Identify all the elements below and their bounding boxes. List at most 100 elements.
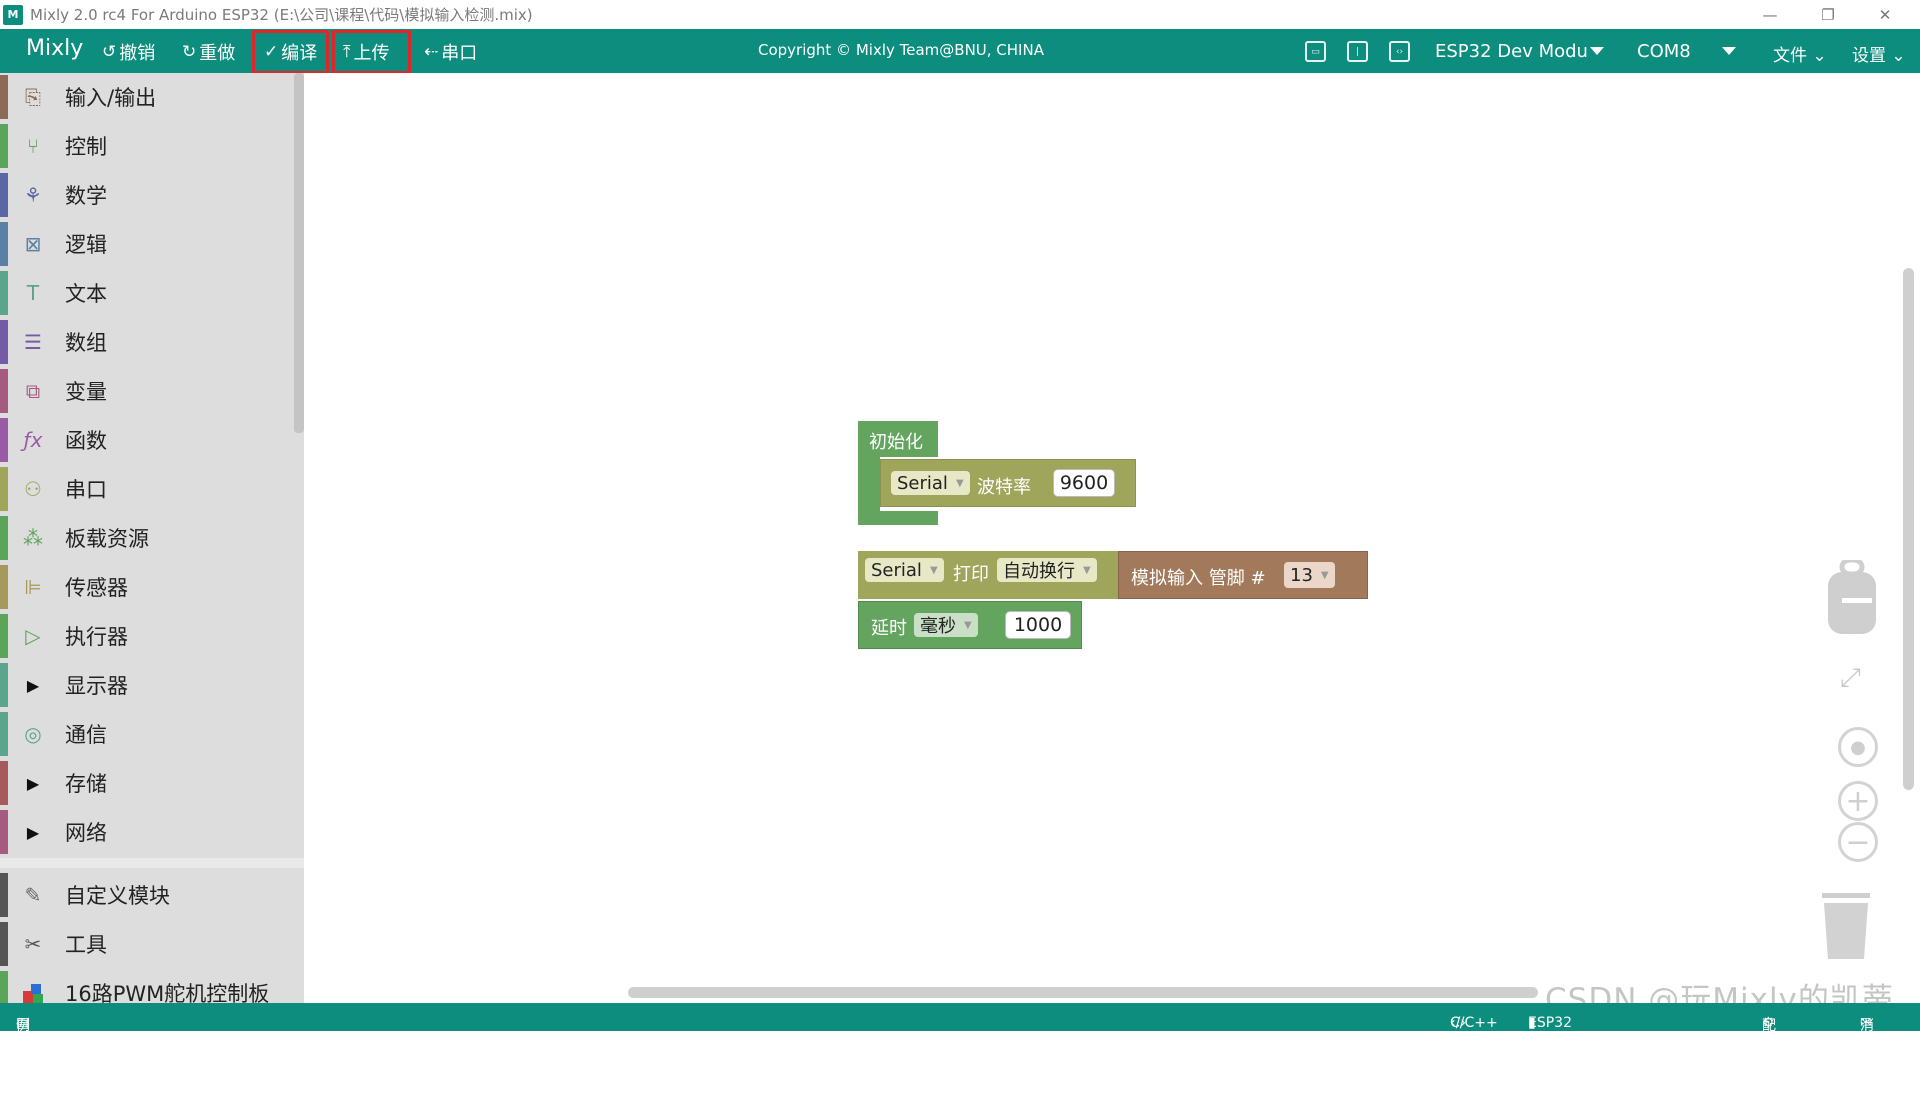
file-menu[interactable]: 文件 ⌄ — [1773, 41, 1827, 66]
serial-begin-block[interactable]: Serial ▼ 波特率 9600 — [880, 459, 1136, 507]
category-label: 逻辑 — [65, 233, 107, 257]
category-logic[interactable]: ⊠ 逻辑 — [0, 220, 294, 268]
upload-button[interactable]: ⤒ 上传 — [343, 38, 390, 65]
category-label: 存储 — [65, 772, 107, 796]
layout-blocks-icon[interactable]: ▭ — [1305, 41, 1326, 62]
chevron-down-icon[interactable] — [1722, 47, 1736, 55]
category-color-bar — [0, 173, 8, 217]
restore-button[interactable]: ❐ — [1805, 0, 1851, 29]
category-math[interactable]: ⚘ 数学 — [0, 171, 294, 219]
analog-read-label: 模拟输入 管脚 # — [1131, 568, 1266, 589]
close-button[interactable]: ✕ — [1862, 0, 1908, 29]
category-display[interactable]: ▶ 显示器 — [0, 661, 294, 709]
app-logo[interactable]: Mixly — [26, 36, 83, 61]
category-sensor[interactable]: ⊫ 传感器 — [0, 563, 294, 611]
zoom-out-icon[interactable]: − — [1838, 822, 1878, 862]
category-text[interactable]: T 文本 — [0, 269, 294, 317]
undo-button[interactable]: ↺ 撤销 — [102, 38, 155, 65]
custom-module-icon: ✎ — [24, 883, 42, 907]
category-network[interactable]: ▶ 网络 — [0, 808, 294, 856]
fullscreen-icon[interactable]: ⤢ — [1840, 663, 1861, 694]
category-color-bar — [0, 467, 8, 511]
category-function[interactable]: ƒx 函数 — [0, 416, 294, 464]
category-color-bar — [0, 971, 8, 1003]
sidebar-scrollbar[interactable] — [294, 73, 304, 433]
backpack-icon[interactable] — [1826, 557, 1878, 640]
serial-port-dropdown[interactable]: Serial ▼ — [865, 558, 944, 582]
board-icon: ⁂ — [23, 526, 43, 550]
category-comm[interactable]: ◎ 通信 — [0, 710, 294, 758]
messages-label: 消息 — [1860, 1018, 1874, 1054]
pin-value: 13 — [1290, 564, 1313, 586]
delay-value-input[interactable]: 1000 — [1005, 611, 1071, 639]
trash-icon[interactable] — [1818, 893, 1874, 963]
category-board[interactable]: ⁂ 板载资源 — [0, 514, 294, 562]
category-label: 文本 — [65, 282, 107, 306]
category-actuator[interactable]: ▷ 执行器 — [0, 612, 294, 660]
category-color-bar — [0, 369, 8, 413]
io-icon: ⎘ — [25, 85, 41, 109]
category-color-bar — [0, 124, 8, 168]
analog-read-block[interactable]: 模拟输入 管脚 # 13 ▼ — [1118, 551, 1368, 599]
category-color-bar — [0, 271, 8, 315]
category-label: 变量 — [65, 380, 107, 404]
config-board-label: 配置板卡 — [1762, 1018, 1776, 1094]
category-pwm-board[interactable]: 16路PWM舵机控制板 — [0, 969, 294, 1003]
redo-icon: ↻ — [182, 41, 197, 62]
serial-label: 串口 — [441, 42, 478, 64]
expand-icon: ▶ — [26, 675, 40, 695]
category-label: 函数 — [65, 429, 107, 453]
workspace-vertical-scrollbar[interactable] — [1903, 268, 1914, 790]
category-custom-module[interactable]: ✎ 自定义模块 — [0, 871, 294, 919]
serial-port-dropdown[interactable]: Serial ▼ — [891, 471, 970, 495]
undo-label: 撤销 — [119, 42, 156, 64]
category-color-bar — [0, 320, 8, 364]
recenter-icon[interactable]: ● — [1838, 727, 1878, 767]
category-io[interactable]: ⎘ 输入/输出 — [0, 73, 294, 121]
category-label: 输入/输出 — [65, 86, 157, 110]
serial-button[interactable]: ⇠ 串口 — [424, 38, 477, 65]
settings-menu-label: 设置 — [1852, 46, 1886, 66]
redo-button[interactable]: ↻ 重做 — [182, 38, 235, 65]
print-label: 打印 — [953, 564, 989, 585]
settings-menu[interactable]: 设置 ⌄ — [1852, 41, 1906, 66]
category-control[interactable]: ⑂ 控制 — [0, 122, 294, 170]
pin-dropdown[interactable]: 13 ▼ — [1284, 562, 1335, 588]
baud-rate-input[interactable]: 9600 — [1053, 469, 1115, 497]
category-color-bar — [0, 614, 8, 658]
category-label: 数学 — [65, 184, 107, 208]
workspace-horizontal-scrollbar[interactable] — [628, 987, 1538, 998]
layout-code-icon[interactable]: ‹› — [1389, 41, 1410, 62]
window-title: Mixly 2.0 rc4 For Arduino ESP32 (E:\公司\课… — [30, 6, 533, 24]
compile-button[interactable]: ✓ 编译 — [264, 38, 317, 65]
board-select[interactable]: ESP32 Dev Modu — [1435, 35, 1607, 67]
status-bar: ▤ 例程 ‹/› C/C++ ▮ ESP32 Dev Module 在 COM8… — [0, 1003, 1920, 1099]
delay-label: 延时 — [871, 618, 907, 639]
setup-block-header[interactable]: 初始化 — [858, 421, 938, 457]
category-tools[interactable]: ✂ 工具 — [0, 920, 294, 968]
layout-split-icon[interactable]: | — [1347, 41, 1368, 62]
chevron-down-icon: ▼ — [955, 477, 964, 489]
serial-port-value: Serial — [897, 472, 948, 494]
minimize-button[interactable]: — — [1747, 0, 1793, 29]
category-color-bar — [0, 761, 8, 805]
print-mode-dropdown[interactable]: 自动换行 ▼ — [997, 558, 1097, 582]
delay-unit-dropdown[interactable]: 毫秒 ▼ — [914, 613, 978, 637]
category-color-bar — [0, 565, 8, 609]
category-variable[interactable]: ⧉ 变量 — [0, 367, 294, 415]
main-toolbar: Mixly ↺ 撤销 ↻ 重做 ✓ 编译 ⤒ 上传 ⇠ 串口 Copyright… — [0, 29, 1920, 74]
category-list[interactable]: ☰ 数组 — [0, 318, 294, 366]
delay-block[interactable]: 延时 毫秒 ▼ 1000 — [858, 601, 1082, 649]
category-storage[interactable]: ▶ 存储 — [0, 759, 294, 807]
zoom-in-icon[interactable]: + — [1838, 781, 1878, 821]
logic-icon: ⊠ — [24, 232, 42, 256]
category-color-bar — [0, 222, 8, 266]
category-color-bar — [0, 922, 8, 966]
block-workspace[interactable] — [304, 73, 1920, 1003]
text-icon: T — [26, 281, 40, 305]
category-serial[interactable]: ⚇ 串口 — [0, 465, 294, 513]
sensor-icon: ⊫ — [24, 575, 42, 599]
category-color-bar — [0, 663, 8, 707]
serial-print-block[interactable]: Serial ▼ 打印 自动换行 ▼ — [858, 551, 1120, 599]
check-icon: ✓ — [264, 41, 279, 62]
